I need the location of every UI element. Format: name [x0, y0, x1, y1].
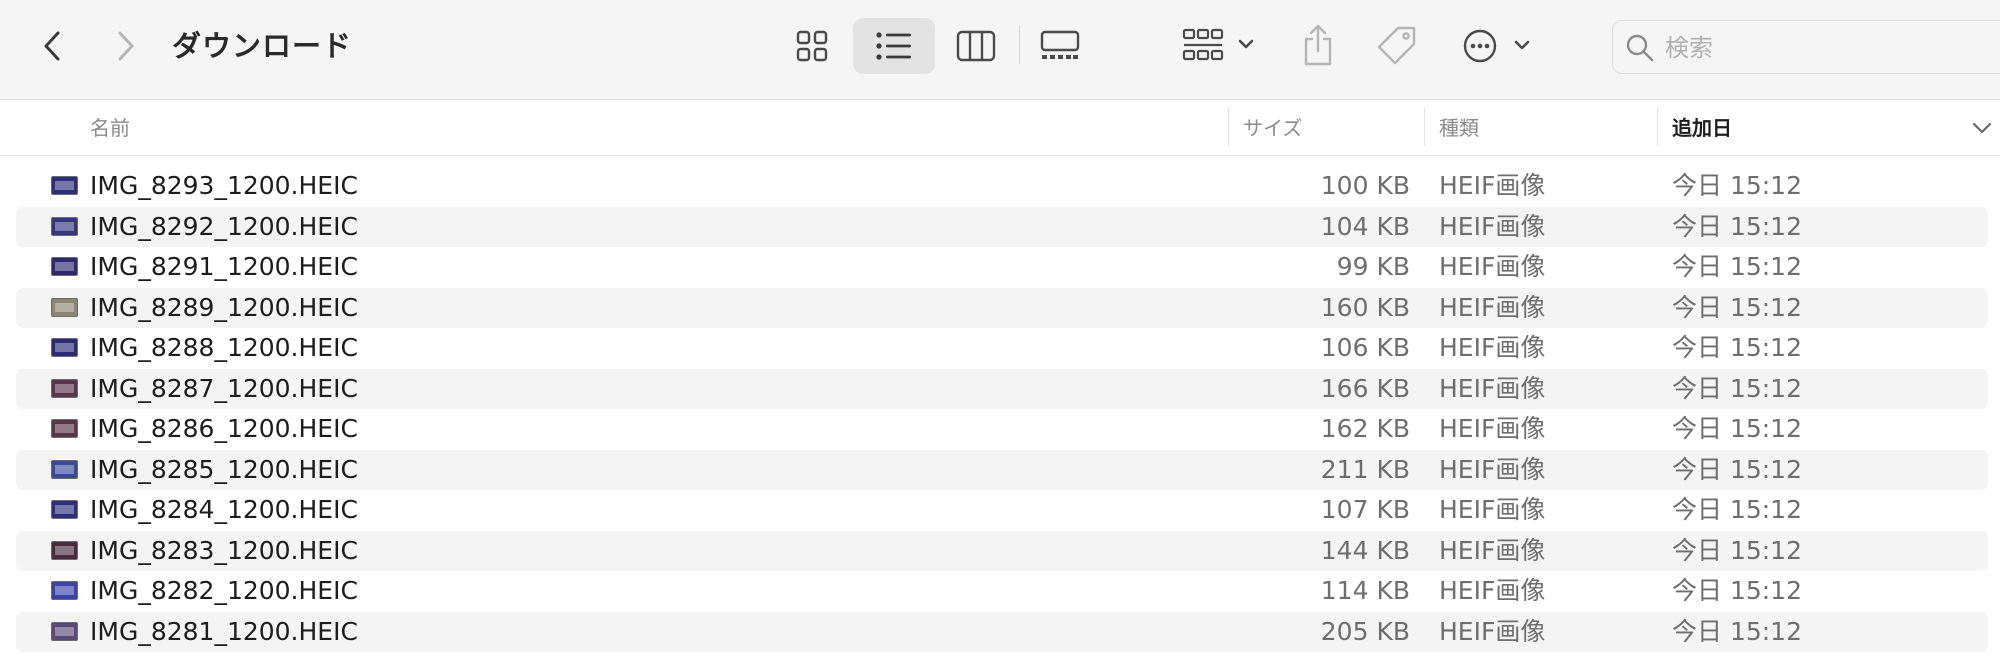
search-input[interactable] [1665, 29, 1965, 67]
column-header-kind[interactable]: 種類 [1439, 100, 1479, 156]
image-thumbnail-icon [51, 257, 78, 276]
file-name: IMG_8282_1200.HEIC [90, 576, 358, 605]
file-name: IMG_8285_1200.HEIC [90, 454, 358, 484]
share-icon [1298, 20, 1338, 70]
column-divider[interactable] [1228, 108, 1229, 146]
file-row[interactable]: IMG_8283_1200.HEIC 144 KB HEIF画像 今日 15:12 [0, 530, 2000, 572]
file-date-added: 今日 15:12 [1672, 535, 1802, 565]
file-kind: HEIF画像 [1439, 535, 1546, 565]
file-name: IMG_8289_1200.HEIC [90, 292, 358, 322]
file-date-added: 今日 15:12 [1672, 292, 1802, 322]
image-thumbnail-icon [51, 338, 78, 357]
chevron-left-icon[interactable] [30, 24, 74, 68]
column-divider[interactable] [1657, 108, 1658, 146]
chevron-right-icon[interactable] [104, 24, 148, 68]
file-date-added: 今日 15:12 [1672, 576, 1802, 605]
toolbar: ダウンロード [0, 0, 2000, 100]
file-name: IMG_8291_1200.HEIC [90, 252, 358, 281]
file-row[interactable]: IMG_8282_1200.HEIC 114 KB HEIF画像 今日 15:12 [0, 571, 2000, 612]
file-size: 160 KB [1320, 292, 1410, 322]
file-size: 144 KB [1320, 535, 1410, 565]
image-thumbnail-icon [51, 216, 78, 236]
file-row[interactable]: IMG_8286_1200.HEIC 162 KB HEIF画像 今日 15:12 [0, 409, 2000, 450]
file-date-added: 今日 15:12 [1672, 211, 1802, 241]
window-title: ダウンロード [172, 29, 353, 63]
column-divider[interactable] [1424, 108, 1425, 146]
file-kind: HEIF画像 [1439, 171, 1546, 200]
file-date-added: 今日 15:12 [1672, 495, 1802, 524]
file-date-added: 今日 15:12 [1672, 414, 1802, 443]
image-thumbnail-icon [51, 419, 78, 438]
file-row[interactable]: IMG_8287_1200.HEIC 166 KB HEIF画像 今日 15:12 [0, 368, 2000, 410]
file-kind: HEIF画像 [1439, 252, 1546, 281]
icon-view-icon[interactable] [790, 22, 834, 70]
gallery-view-icon[interactable] [1036, 22, 1084, 70]
image-thumbnail-icon [51, 297, 78, 317]
file-kind: HEIF画像 [1439, 495, 1546, 524]
image-thumbnail-icon [51, 459, 78, 479]
file-name: IMG_8288_1200.HEIC [90, 333, 358, 362]
file-name: IMG_8284_1200.HEIC [90, 495, 358, 524]
tag-icon [1374, 22, 1420, 70]
file-name: IMG_8287_1200.HEIC [90, 373, 358, 403]
file-size: 107 KB [1320, 495, 1410, 524]
file-name: IMG_8283_1200.HEIC [90, 535, 358, 565]
file-kind: HEIF画像 [1439, 454, 1546, 484]
file-size: 162 KB [1320, 414, 1410, 443]
file-list: IMG_8293_1200.HEIC 100 KB HEIF画像 今日 15:12 IM… [0, 166, 2000, 652]
file-row[interactable]: IMG_8293_1200.HEIC 100 KB HEIF画像 今日 15:12 [0, 166, 2000, 207]
file-row[interactable]: IMG_8288_1200.HEIC 106 KB HEIF画像 今日 15:12 [0, 328, 2000, 369]
sort-chevron-down-icon[interactable] [1970, 116, 1994, 140]
image-thumbnail-icon [51, 176, 78, 195]
column-header-date-added[interactable]: 追加日 [1672, 100, 1732, 156]
file-row[interactable]: IMG_8291_1200.HEIC 99 KB HEIF画像 今日 15:12 [0, 247, 2000, 288]
search-field[interactable] [1612, 20, 2000, 74]
file-size: 104 KB [1320, 211, 1410, 241]
file-kind: HEIF画像 [1439, 414, 1546, 443]
file-size: 100 KB [1320, 171, 1410, 200]
file-size: 114 KB [1320, 576, 1410, 605]
file-row[interactable]: IMG_8284_1200.HEIC 107 KB HEIF画像 今日 15:12 [0, 490, 2000, 531]
file-row[interactable]: IMG_8285_1200.HEIC 211 KB HEIF画像 今日 15:12 [0, 449, 2000, 491]
file-size: 99 KB [1336, 252, 1410, 281]
column-view-icon[interactable] [954, 22, 998, 70]
image-thumbnail-icon [51, 581, 78, 600]
ellipsis-circle-icon[interactable] [1460, 22, 1540, 70]
file-name: IMG_8292_1200.HEIC [90, 211, 358, 241]
file-date-added: 今日 15:12 [1672, 171, 1802, 200]
file-name: IMG_8286_1200.HEIC [90, 414, 358, 443]
file-row[interactable]: IMG_8292_1200.HEIC 104 KB HEIF画像 今日 15:12 [0, 206, 2000, 248]
column-header-name[interactable]: 名前 [90, 100, 130, 156]
image-thumbnail-icon [51, 621, 78, 641]
column-header-size[interactable]: サイズ [1243, 100, 1302, 156]
file-date-added: 今日 15:12 [1672, 333, 1802, 362]
file-name: IMG_8293_1200.HEIC [90, 171, 358, 200]
list-view-icon[interactable] [853, 18, 935, 74]
file-date-added: 今日 15:12 [1672, 373, 1802, 403]
search-icon [1625, 33, 1655, 63]
file-kind: HEIF画像 [1439, 373, 1546, 403]
file-date-added: 今日 15:12 [1672, 454, 1802, 484]
image-thumbnail-icon [51, 378, 78, 398]
file-size: 106 KB [1320, 333, 1410, 362]
file-kind: HEIF画像 [1439, 616, 1546, 646]
file-kind: HEIF画像 [1439, 333, 1546, 362]
toolbar-divider [1019, 26, 1020, 64]
file-kind: HEIF画像 [1439, 211, 1546, 241]
file-name: IMG_8281_1200.HEIC [90, 616, 358, 646]
file-kind: HEIF画像 [1439, 576, 1546, 605]
group-by-icon[interactable] [1180, 22, 1260, 70]
image-thumbnail-icon [51, 500, 78, 519]
file-size: 211 KB [1320, 454, 1410, 484]
image-thumbnail-icon [51, 540, 78, 560]
file-row[interactable]: IMG_8281_1200.HEIC 205 KB HEIF画像 今日 15:12 [0, 611, 2000, 653]
file-date-added: 今日 15:12 [1672, 252, 1802, 281]
file-row[interactable]: IMG_8289_1200.HEIC 160 KB HEIF画像 今日 15:12 [0, 287, 2000, 329]
column-header-bar: 名前 サイズ 種類 追加日 [0, 100, 2000, 156]
file-date-added: 今日 15:12 [1672, 616, 1802, 646]
file-kind: HEIF画像 [1439, 292, 1546, 322]
file-size: 166 KB [1320, 373, 1410, 403]
file-size: 205 KB [1320, 616, 1410, 646]
